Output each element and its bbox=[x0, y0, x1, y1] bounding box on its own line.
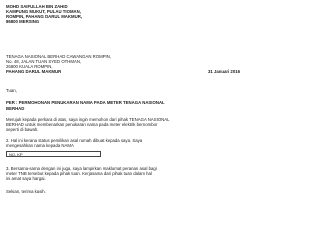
subject-line-2: BERHAD bbox=[6, 106, 25, 111]
sender-postcode: 86800 MERSING bbox=[6, 19, 40, 24]
letter-page: MOHD SAIFULLAH BIN ZAHID KAMPUNG MUKUT, … bbox=[0, 0, 248, 203]
intro-paragraph-line-3: seperti di bawah. bbox=[6, 127, 39, 132]
paragraph-2-line-2: mengesahkan nama kepada NAMA bbox=[6, 143, 74, 148]
letter-date: 31 Januari 2016 bbox=[207, 69, 240, 74]
subject-line-1: PER : PERMOHONAN PENUKARAN NAMA PADA MET… bbox=[6, 100, 165, 105]
salutation: Tuan, bbox=[6, 88, 17, 93]
paragraph-3-line-3: ini amat saya hargai. bbox=[6, 176, 46, 181]
recipient-address-line-3: PAHANG DARUL MAKMUR bbox=[6, 69, 62, 74]
closing: Sekian, terima kasih. bbox=[6, 189, 46, 194]
ic-number-box: NO. KP bbox=[6, 151, 101, 157]
ic-number-label: NO. KP bbox=[9, 152, 23, 157]
